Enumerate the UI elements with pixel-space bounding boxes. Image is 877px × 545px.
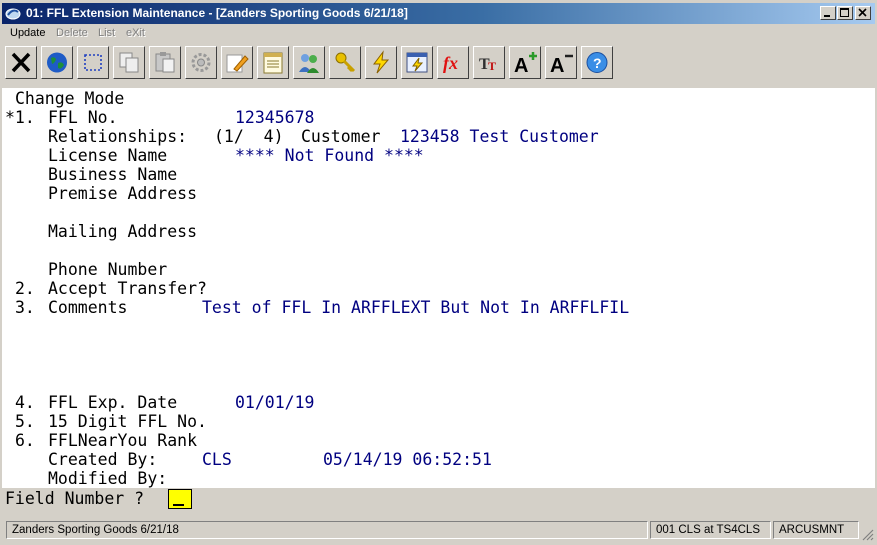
minimize-icon (824, 15, 830, 17)
function-button[interactable]: fx (437, 46, 469, 79)
ffl-no-label: FFL No. (48, 108, 118, 127)
globe-icon (47, 52, 67, 73)
globe-button[interactable] (41, 46, 73, 79)
users-button[interactable] (293, 46, 325, 79)
created-by-user: CLS (202, 450, 232, 469)
notepad-button[interactable] (257, 46, 289, 79)
paste-icon (155, 52, 175, 73)
font-increase-icon: A (514, 52, 537, 75)
field-number-input[interactable] (168, 489, 192, 509)
font-decrease-button[interactable]: A (545, 46, 577, 79)
terminal-screen: Change Mode *1. FFL No. 12345678 Relatio… (2, 88, 875, 488)
mode-label: Change Mode (15, 89, 125, 108)
field-4-marker: 4. (15, 393, 35, 412)
help-icon: ? (586, 52, 608, 73)
edit-button[interactable] (221, 46, 253, 79)
font-tt-icon: TT (479, 56, 496, 73)
title-bar[interactable]: 01: FFL Extension Maintenance - [Zanders… (2, 3, 875, 24)
copy-icon (119, 52, 139, 73)
field-6-marker: 6. (15, 431, 35, 450)
svg-text:A: A (550, 55, 564, 75)
menu-delete[interactable]: Delete (56, 27, 88, 39)
menu-bar: Update Delete List eXit (2, 25, 875, 43)
accept-transfer-label: Accept Transfer? (48, 279, 207, 298)
status-bar: Zanders Sporting Goods 6/21/18 001 CLS a… (2, 520, 875, 542)
users-icon (299, 54, 319, 73)
modified-by-label: Modified By: (48, 469, 168, 488)
created-datetime: 05/14/19 06:52:51 (323, 450, 492, 469)
window-title: 01: FFL Extension Maintenance - [Zanders… (26, 6, 408, 20)
status-session: 001 CLS at TS4CLS (650, 521, 771, 539)
gear-icon (191, 53, 211, 72)
field-3-marker: 3. (15, 298, 35, 317)
relationships-label: Relationships: (48, 127, 188, 146)
notepad-icon (263, 52, 283, 74)
edit-pencil-icon (226, 54, 249, 73)
lightning-icon (373, 50, 390, 74)
ffl-exp-date-value: 01/01/19 (235, 393, 315, 412)
fflnearyou-rank-label: FFLNearYou Rank (48, 431, 198, 450)
close-button[interactable] (855, 6, 871, 20)
svg-text:A: A (514, 55, 528, 75)
app-icon (5, 8, 21, 20)
customer-value: 123458 Test Customer (400, 127, 599, 146)
prompt-bar: Field Number ? (2, 488, 875, 510)
minimize-button[interactable] (820, 6, 836, 20)
status-company: Zanders Sporting Goods 6/21/18 (6, 521, 648, 539)
application-window: 01: FFL Extension Maintenance - [Zanders… (0, 0, 877, 545)
font-decrease-icon: A (550, 54, 573, 75)
menu-exit[interactable]: eXit (126, 27, 145, 39)
lightning-button[interactable] (365, 46, 397, 79)
key-button[interactable] (329, 46, 361, 79)
premise-address-label: Premise Address (48, 184, 198, 203)
window-lightning-icon (406, 52, 428, 73)
license-name-value: **** Not Found **** (235, 146, 424, 165)
window-lightning-button[interactable] (401, 46, 433, 79)
help-button[interactable]: ? (581, 46, 613, 79)
license-name-label: License Name (48, 146, 168, 165)
key-icon (335, 52, 356, 73)
maximize-button[interactable] (837, 6, 853, 20)
phone-number-label: Phone Number (48, 260, 168, 279)
paste-button[interactable] (149, 46, 181, 79)
select-box-icon (84, 54, 102, 71)
select-box-button[interactable] (77, 46, 109, 79)
close-x-icon (11, 52, 31, 73)
menu-update[interactable]: Update (10, 27, 45, 39)
toolbar: fx TT A A ? (2, 44, 875, 82)
resize-grip-icon[interactable] (862, 529, 874, 541)
ffl-no-value: 12345678 (235, 108, 315, 127)
comments-label: Comments (48, 298, 128, 317)
font-button[interactable]: TT (473, 46, 505, 79)
created-by-label: Created By: (48, 450, 158, 469)
maximize-icon (840, 8, 849, 17)
copy-button[interactable] (113, 46, 145, 79)
digit-ffl-no-label: 15 Digit FFL No. (48, 412, 207, 431)
text-cursor (173, 504, 184, 506)
status-program: ARCUSMNT (773, 521, 859, 539)
close-icon (858, 8, 867, 17)
field-5-marker: 5. (15, 412, 35, 431)
svg-text:T: T (488, 59, 496, 73)
ffl-exp-date-label: FFL Exp. Date (48, 393, 178, 412)
customer-label: Customer (301, 127, 381, 146)
svg-text:fx: fx (443, 53, 458, 73)
menu-list[interactable]: List (98, 27, 115, 39)
field-1-marker: *1. (5, 108, 35, 127)
function-fx-icon: fx (443, 53, 458, 73)
field-2-marker: 2. (15, 279, 35, 298)
field-number-prompt: Field Number ? (5, 489, 145, 508)
font-increase-button[interactable]: A (509, 46, 541, 79)
mailing-address-label: Mailing Address (48, 222, 198, 241)
close-x-button[interactable] (5, 46, 37, 79)
gear-button[interactable] (185, 46, 217, 79)
svg-text:?: ? (593, 55, 602, 71)
relationships-count: (1/ 4) (214, 127, 284, 146)
business-name-label: Business Name (48, 165, 178, 184)
comments-value: Test of FFL In ARFFLEXT But Not In ARFFL… (202, 298, 630, 317)
